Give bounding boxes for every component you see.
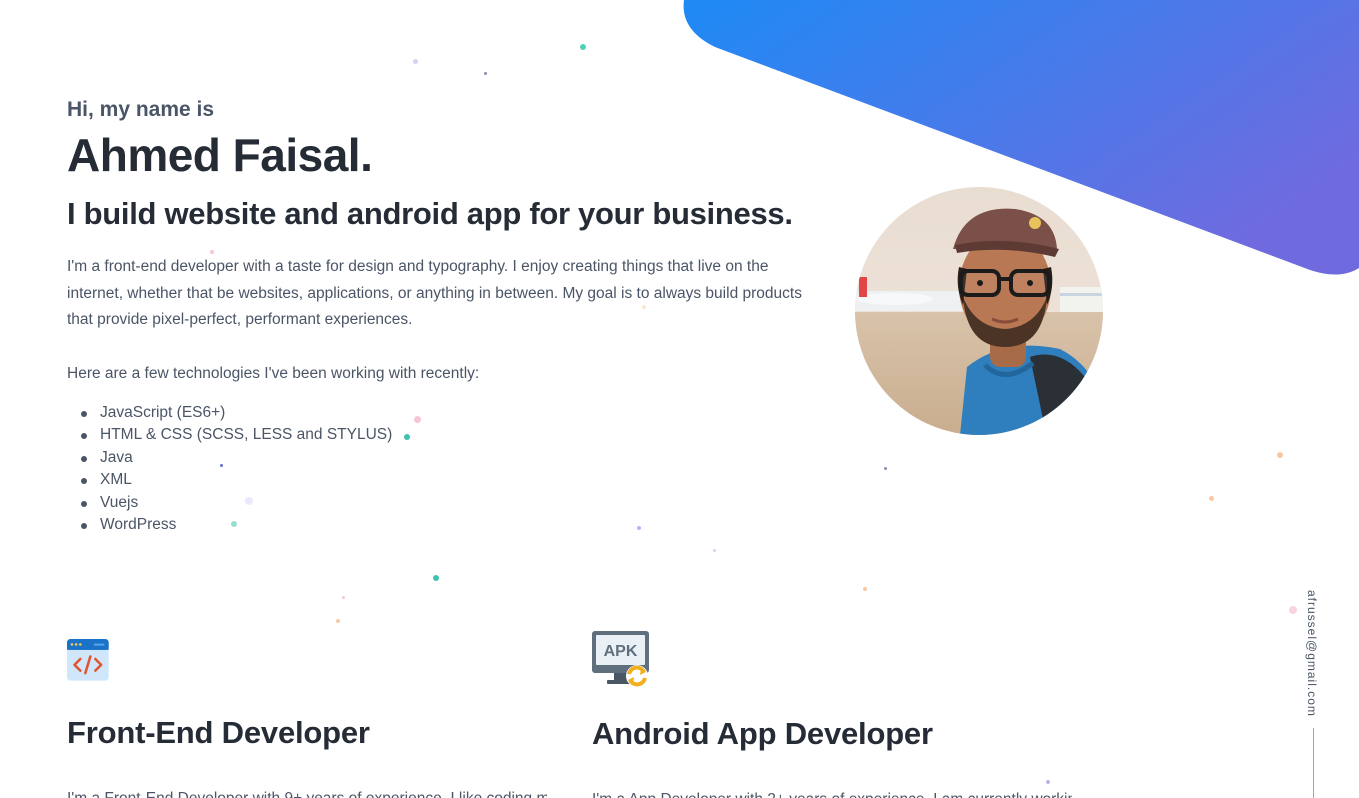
service-title: Android App Developer xyxy=(592,716,933,751)
hero-greeting: Hi, my name is xyxy=(67,98,215,121)
sidebar-email[interactable]: afrussel@gmail.com xyxy=(1303,590,1323,717)
technology-item: WordPress xyxy=(80,514,827,537)
hero-bio: I'm a front-end developer with a taste f… xyxy=(67,258,802,328)
profile-photo xyxy=(855,187,1103,435)
technology-item: XML xyxy=(80,469,827,492)
technology-item: Java xyxy=(80,447,827,470)
tech-intro: Here are a few technologies I've been wo… xyxy=(67,364,480,382)
technology-item: HTML & CSS (SCSS, LESS and STYLUS) xyxy=(80,424,827,447)
apk-label: APK xyxy=(604,643,638,660)
hero-name: Ahmed Faisal. xyxy=(67,129,373,181)
service-front-end: Front-End Developer I'm a Front-End Deve… xyxy=(67,630,567,798)
hero-tagline: I build website and android app for your… xyxy=(67,196,793,231)
technology-list: JavaScript (ES6+) HTML & CSS (SCSS, LESS… xyxy=(80,402,827,537)
sidebar-divider xyxy=(1313,728,1314,798)
apk-monitor-icon: APK xyxy=(592,631,649,687)
service-title: Front-End Developer xyxy=(67,715,370,750)
service-description: I'm a App Developer with 2+ years of exp… xyxy=(592,787,1072,798)
hero-section: Hi, my name is Ahmed Faisal. I build web… xyxy=(67,97,827,537)
code-window-icon xyxy=(67,639,109,681)
technology-item: JavaScript (ES6+) xyxy=(80,402,827,425)
email-link[interactable]: afrussel@gmail.com xyxy=(1305,590,1319,717)
service-android: APK Android App Developer I'm a App Deve… xyxy=(592,630,1092,798)
service-description: I'm a Front-End Developer with 9+ years … xyxy=(67,786,547,798)
technology-item: Vuejs xyxy=(80,492,827,515)
